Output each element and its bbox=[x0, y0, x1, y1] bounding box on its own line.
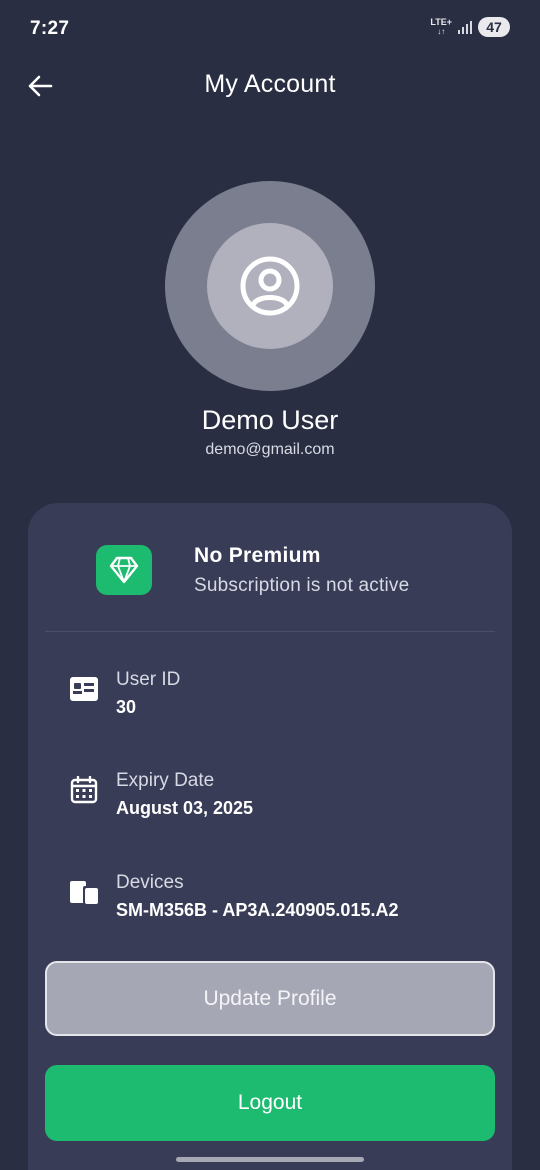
user-circle-icon bbox=[240, 256, 300, 316]
user-id-label: User ID bbox=[116, 669, 181, 690]
network-label: LTE+ bbox=[430, 17, 452, 27]
expiry-date-value: August 03, 2025 bbox=[116, 798, 254, 818]
premium-badge bbox=[96, 545, 152, 595]
user-name: Demo User bbox=[201, 405, 339, 435]
battery-icon: 47 bbox=[478, 17, 510, 37]
expiry-date-row: Expiry Date August 03, 2025 bbox=[68, 770, 488, 830]
devices-value: SM-M356B - AP3A.240905.015.A2 bbox=[116, 900, 399, 920]
user-id-row: User ID 30 bbox=[68, 669, 488, 729]
account-card: No Premium Subscription is not active Us… bbox=[28, 503, 512, 1170]
avatar[interactable] bbox=[165, 181, 375, 391]
app-header: My Account bbox=[0, 60, 540, 110]
signal-icon bbox=[458, 20, 472, 34]
page-title: My Account bbox=[204, 70, 336, 98]
logout-button[interactable]: Logout bbox=[45, 1065, 495, 1141]
status-time: 7:27 bbox=[30, 18, 70, 39]
user-id-value: 30 bbox=[116, 697, 137, 717]
divider bbox=[45, 631, 495, 632]
update-profile-button[interactable]: Update Profile bbox=[45, 961, 495, 1036]
user-email: demo@gmail.com bbox=[205, 441, 335, 458]
id-card-icon bbox=[68, 673, 100, 705]
diamond-icon bbox=[109, 556, 139, 584]
devices-label: Devices bbox=[116, 872, 184, 893]
status-indicators: LTE+ ↓↑ 47 bbox=[430, 17, 510, 37]
home-indicator[interactable] bbox=[176, 1157, 364, 1162]
avatar-inner bbox=[207, 223, 333, 349]
subscription-title: No Premium bbox=[194, 544, 321, 567]
account-screen: 7:27 LTE+ ↓↑ 47 My Account Demo User dem… bbox=[0, 0, 540, 1170]
status-bar: 7:27 LTE+ ↓↑ 47 bbox=[0, 0, 540, 60]
calendar-icon bbox=[68, 774, 100, 806]
subscription-status: Subscription is not active bbox=[194, 575, 410, 596]
network-icon: LTE+ ↓↑ bbox=[430, 17, 452, 37]
devices-row: Devices SM-M356B - AP3A.240905.015.A2 bbox=[68, 872, 488, 932]
expiry-date-label: Expiry Date bbox=[116, 770, 215, 791]
devices-icon bbox=[68, 876, 100, 908]
